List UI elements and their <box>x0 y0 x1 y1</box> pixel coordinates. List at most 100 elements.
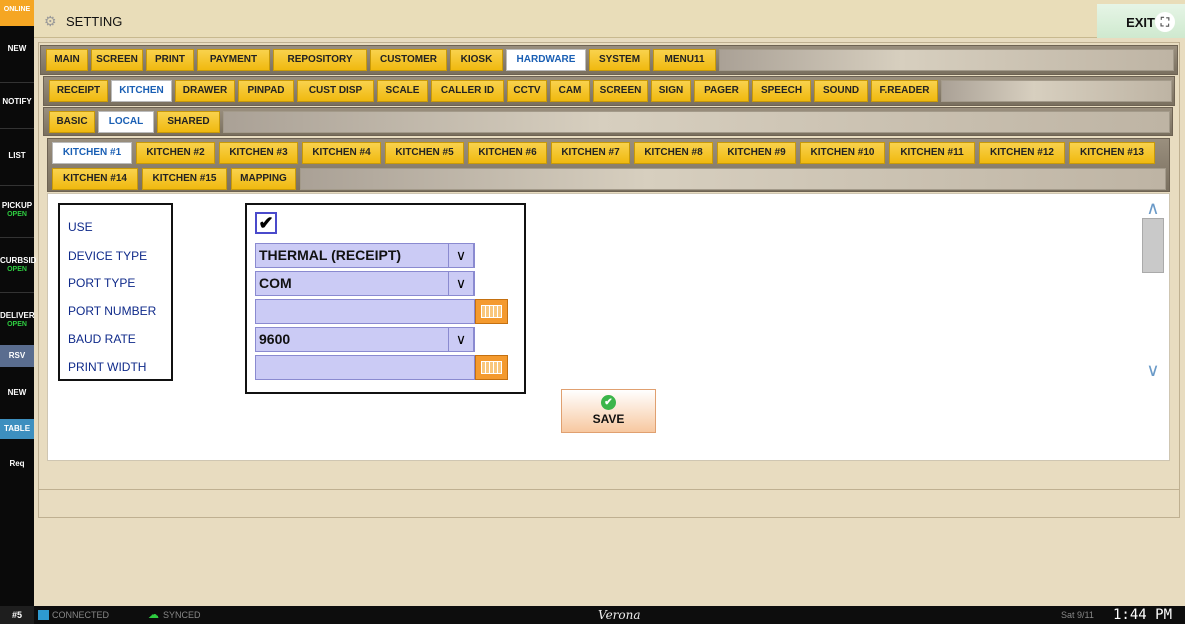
tab-kitchen-9[interactable]: KITCHEN #9 <box>717 142 796 164</box>
tab-bar-filler <box>300 168 1166 190</box>
tab-kitchen-2[interactable]: KITCHEN #2 <box>136 142 215 164</box>
tab-pager[interactable]: PAGER <box>694 80 749 102</box>
tab-sign[interactable]: SIGN <box>651 80 691 102</box>
tab-cust-disp[interactable]: CUST DISP <box>297 80 374 102</box>
tab-kitchen-7[interactable]: KITCHEN #7 <box>551 142 630 164</box>
tab-local[interactable]: LOCAL <box>98 111 154 133</box>
tab-bar-filler <box>941 80 1172 102</box>
scroll-down-icon[interactable]: ∨ <box>1143 360 1163 380</box>
tab-customer[interactable]: CUSTOMER <box>370 49 447 71</box>
label-baud-rate: BAUD RATE <box>68 332 136 346</box>
sidebar-item-label: RSV <box>8 351 26 360</box>
sidebar-item-new-table[interactable]: NEW <box>0 388 34 398</box>
keyboard-icon[interactable] <box>475 355 508 380</box>
tab-bar-filler <box>223 111 1170 133</box>
sidebar-item-label: CURBSID <box>0 256 37 265</box>
tab-shared[interactable]: SHARED <box>157 111 220 133</box>
sidebar-item-new[interactable]: NEW <box>0 44 34 54</box>
fullscreen-icon[interactable]: ⛶ <box>1155 12 1175 32</box>
sidebar-item-label: DELIVER <box>0 311 35 320</box>
tab-menu11[interactable]: MENU11 <box>653 49 716 71</box>
sidebar-item-pickup[interactable]: PICKUP OPEN <box>0 201 34 219</box>
sidebar-item-list[interactable]: LIST <box>0 151 34 161</box>
save-button[interactable]: ✔ SAVE <box>561 389 656 433</box>
gear-icon: ⚙ <box>44 13 57 29</box>
tab-kitchen[interactable]: KITCHEN <box>111 80 172 102</box>
keyboard-icon[interactable] <box>475 299 508 324</box>
sidebar-item-label: PICKUP <box>1 201 33 210</box>
use-checkbox[interactable]: ✔ <box>255 212 277 234</box>
tab-hardware[interactable]: HARDWARE <box>506 49 586 71</box>
tab-kitchen-3[interactable]: KITCHEN #3 <box>219 142 298 164</box>
baud-rate-select[interactable]: 9600 <box>255 327 475 352</box>
scrollbar-thumb[interactable] <box>1142 218 1164 273</box>
tab-mapping[interactable]: MAPPING <box>231 168 296 190</box>
sidebar-item-label: LIST <box>8 151 26 160</box>
tab-kitchen-15[interactable]: KITCHEN #15 <box>142 168 227 190</box>
tab-kitchen-10[interactable]: KITCHEN #10 <box>800 142 885 164</box>
exit-button[interactable]: EXIT ⛶ <box>1097 4 1185 38</box>
tab-drawer[interactable]: DRAWER <box>175 80 235 102</box>
tab-repository[interactable]: REPOSITORY <box>273 49 367 71</box>
tab-system[interactable]: SYSTEM <box>589 49 650 71</box>
print-width-input[interactable] <box>255 355 475 380</box>
tab-scale[interactable]: SCALE <box>377 80 428 102</box>
tab-kitchen-4[interactable]: KITCHEN #4 <box>302 142 381 164</box>
tab-kitchen-1[interactable]: KITCHEN #1 <box>52 142 132 164</box>
label-device-type: DEVICE TYPE <box>68 249 148 263</box>
tab-caller-id[interactable]: CALLER ID <box>431 80 504 102</box>
tab-kitchen-11[interactable]: KITCHEN #11 <box>889 142 975 164</box>
exit-label: EXIT <box>1126 15 1155 30</box>
label-port-number: PORT NUMBER <box>68 304 157 318</box>
tab-speech[interactable]: SPEECH <box>752 80 811 102</box>
sidebar-item-label: NOTIFY <box>2 97 32 106</box>
chevron-down-icon[interactable]: ∨ <box>448 243 474 268</box>
tab-main[interactable]: MAIN <box>46 49 88 71</box>
tab-kitchen-8[interactable]: KITCHEN #8 <box>634 142 713 164</box>
top-header: ⚙ SETTING EXIT ⛶ <box>34 0 1185 38</box>
tab-basic[interactable]: BASIC <box>49 111 95 133</box>
tab-kitchen-6[interactable]: KITCHEN #6 <box>468 142 547 164</box>
tab-screen[interactable]: SCREEN <box>91 49 143 71</box>
online-status-badge: ONLINE <box>0 0 34 26</box>
tab-cctv[interactable]: CCTV <box>507 80 547 102</box>
label-use: USE <box>68 220 93 234</box>
open-status-text: OPEN <box>7 265 27 273</box>
tab-kitchen-12[interactable]: KITCHEN #12 <box>979 142 1065 164</box>
sidebar-item-table[interactable]: TABLE <box>0 419 34 439</box>
tab-kitchen-13[interactable]: KITCHEN #13 <box>1069 142 1155 164</box>
chevron-down-icon[interactable]: ∨ <box>448 271 474 296</box>
tab-kiosk[interactable]: KIOSK <box>450 49 503 71</box>
open-status-text: OPEN <box>7 320 27 328</box>
tab-kitchen-14[interactable]: KITCHEN #14 <box>52 168 138 190</box>
sidebar-item-rsv[interactable]: RSV <box>0 345 34 367</box>
tab-receipt[interactable]: RECEIPT <box>49 80 108 102</box>
scroll-up-icon[interactable]: ∧ <box>1143 198 1163 218</box>
divider <box>39 489 1179 490</box>
tab-pinpad[interactable]: PINPAD <box>238 80 294 102</box>
device-type-select[interactable]: THERMAL (RECEIPT) <box>255 243 475 268</box>
sidebar-item-delivery[interactable]: DELIVER OPEN <box>0 311 35 329</box>
port-type-select[interactable]: COM <box>255 271 475 296</box>
tab-kitchen-5[interactable]: KITCHEN #5 <box>385 142 464 164</box>
main-tab-bar: MAIN SCREEN PRINT PAYMENT REPOSITORY CUS… <box>40 45 1178 75</box>
status-time: 1:44 PM <box>1113 607 1173 623</box>
chevron-down-icon[interactable]: ∨ <box>448 327 474 352</box>
tab-f-reader[interactable]: F.READER <box>871 80 938 102</box>
tab-hw-screen[interactable]: SCREEN <box>593 80 648 102</box>
sidebar-item-req[interactable]: Req <box>0 459 34 469</box>
port-number-input[interactable] <box>255 299 475 324</box>
save-label: SAVE <box>592 412 625 426</box>
network-icon <box>38 610 49 620</box>
sidebar-item-label: NEW <box>7 388 27 397</box>
status-bar: #5 CONNECTED ☁ SYNCED Verona Sat 9/11 1:… <box>0 606 1185 624</box>
tab-print[interactable]: PRINT <box>146 49 194 71</box>
tab-sound[interactable]: SOUND <box>814 80 868 102</box>
kitchen-tab-bar: KITCHEN #1 KITCHEN #2 KITCHEN #3 KITCHEN… <box>47 138 1170 192</box>
sidebar-item-curbside[interactable]: CURBSID OPEN <box>0 256 37 274</box>
tab-cam[interactable]: CAM <box>550 80 590 102</box>
sync-status: SYNCED <box>163 610 201 620</box>
tab-payment[interactable]: PAYMENT <box>197 49 270 71</box>
sidebar-item-notify[interactable]: NOTIFY <box>0 97 34 107</box>
hardware-tab-bar: RECEIPT KITCHEN DRAWER PINPAD CUST DISP … <box>43 76 1175 106</box>
